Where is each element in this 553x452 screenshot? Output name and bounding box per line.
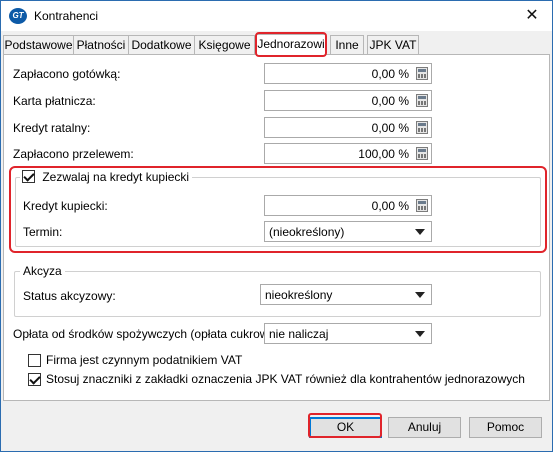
- excise-legend: Akcyza: [20, 264, 65, 278]
- transfer-field[interactable]: 100,00 %: [264, 143, 432, 164]
- ok-button[interactable]: OK: [309, 417, 382, 438]
- credit-value: 0,00 %: [371, 199, 409, 213]
- excise-status-label: Status akcyzowy:: [23, 289, 116, 303]
- jpk-flags-label: Stosuj znaczniki z zakładki oznaczenia J…: [46, 372, 525, 386]
- card-label: Karta płatnicza:: [13, 94, 96, 108]
- installment-value: 0,00 %: [371, 121, 409, 135]
- sugar-fee-value: nie naliczaj: [269, 327, 329, 341]
- tab-strip: Podstawowe Płatności Dodatkowe Księgowe …: [3, 32, 552, 57]
- app-logo-icon: GT: [9, 8, 27, 24]
- installment-label: Kredyt ratalny:: [13, 121, 91, 135]
- tab-platnosci[interactable]: Płatności: [73, 35, 129, 55]
- cash-label: Zapłacono gotówką:: [13, 67, 121, 81]
- transfer-value: 100,00 %: [358, 147, 409, 161]
- tab-ksiegowe[interactable]: Księgowe: [194, 35, 255, 55]
- credit-checkbox-label: Zezwalaj na kredyt kupiecki: [42, 170, 190, 184]
- calculator-icon[interactable]: [416, 147, 428, 160]
- active-vat-label: Firma jest czynnym podatnikiem VAT: [46, 353, 243, 367]
- chevron-down-icon: [415, 331, 425, 337]
- credit-legend: Zezwalaj na kredyt kupiecki: [20, 170, 193, 185]
- tab-jednorazowi[interactable]: Jednorazowi: [256, 34, 326, 56]
- term-label: Termin:: [23, 225, 63, 239]
- card-field[interactable]: 0,00 %: [264, 90, 432, 111]
- tab-inne[interactable]: Inne: [330, 35, 364, 55]
- dialog-window: GT Kontrahenci ✕ Podstawowe Płatności Do…: [0, 0, 553, 452]
- calculator-icon[interactable]: [416, 121, 428, 134]
- tab-jpk-vat[interactable]: JPK VAT: [367, 35, 419, 55]
- transfer-label: Zapłacono przelewem:: [13, 147, 134, 161]
- cash-value: 0,00 %: [371, 67, 409, 81]
- excise-status-select[interactable]: nieokreślony: [260, 284, 432, 305]
- calculator-icon[interactable]: [416, 199, 428, 212]
- credit-label: Kredyt kupiecki:: [23, 199, 108, 213]
- sugar-fee-label: Opłata od środków spożywczych (opłata cu…: [13, 327, 283, 341]
- jpk-flags-checkbox[interactable]: [28, 373, 41, 386]
- help-button[interactable]: Pomoc: [469, 417, 542, 438]
- chevron-down-icon: [415, 292, 425, 298]
- cash-field[interactable]: 0,00 %: [264, 63, 432, 84]
- active-vat-checkbox[interactable]: [28, 354, 41, 367]
- calculator-icon[interactable]: [416, 94, 428, 107]
- sugar-fee-select[interactable]: nie naliczaj: [264, 323, 432, 344]
- credit-checkbox[interactable]: [22, 170, 35, 184]
- card-value: 0,00 %: [371, 94, 409, 108]
- calculator-icon[interactable]: [416, 67, 428, 80]
- window-title: Kontrahenci: [34, 9, 99, 23]
- installment-field[interactable]: 0,00 %: [264, 117, 432, 138]
- cancel-button[interactable]: Anuluj: [388, 417, 461, 438]
- chevron-down-icon: [415, 229, 425, 235]
- credit-field[interactable]: 0,00 %: [264, 195, 432, 216]
- title-bar: GT Kontrahenci ✕: [1, 1, 552, 31]
- excise-status-value: nieokreślony: [265, 288, 333, 302]
- term-select[interactable]: (nieokreślony): [264, 221, 432, 242]
- tab-podstawowe[interactable]: Podstawowe: [3, 35, 74, 55]
- tab-dodatkowe[interactable]: Dodatkowe: [128, 35, 195, 55]
- close-button[interactable]: ✕: [512, 1, 552, 31]
- term-value: (nieokreślony): [269, 225, 345, 239]
